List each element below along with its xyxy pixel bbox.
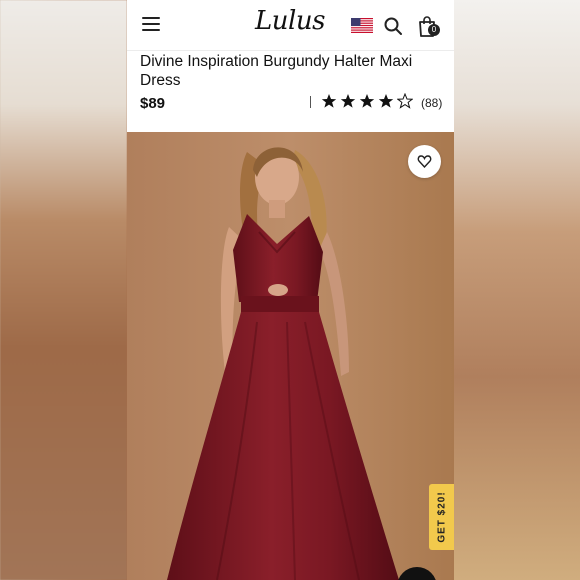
background-blur-left	[0, 0, 127, 580]
top-navigation-bar: Lulus 0	[127, 0, 454, 51]
dress-photo-illustration	[127, 132, 454, 580]
price-rating-divider	[310, 96, 311, 108]
heart-icon	[417, 155, 432, 169]
search-icon[interactable]	[383, 16, 403, 36]
phone-screen: Lulus 0 Divine Inspiration Burgundy Halt…	[127, 0, 454, 580]
product-title: Divine Inspiration Burgundy Halter Maxi …	[140, 53, 413, 89]
star-filled-icon	[359, 94, 375, 108]
wishlist-button[interactable]	[408, 145, 441, 178]
product-image[interactable]: GET $20!	[127, 132, 454, 580]
review-count[interactable]: (88)	[421, 96, 442, 110]
star-filled-icon	[321, 94, 337, 108]
star-filled-icon	[378, 94, 394, 108]
us-flag-icon[interactable]	[351, 18, 373, 33]
promo-label: GET $20!	[436, 491, 447, 543]
star-filled-icon	[340, 94, 356, 108]
rating-stars[interactable]	[321, 93, 413, 109]
background-blur-right	[454, 0, 580, 580]
brand-logo[interactable]: Lulus	[255, 6, 325, 36]
cart-count-badge: 0	[428, 24, 440, 36]
promo-tab[interactable]: GET $20!	[429, 484, 454, 550]
star-empty-icon	[397, 93, 413, 109]
product-price: $89	[140, 95, 166, 112]
menu-icon[interactable]	[142, 17, 160, 33]
